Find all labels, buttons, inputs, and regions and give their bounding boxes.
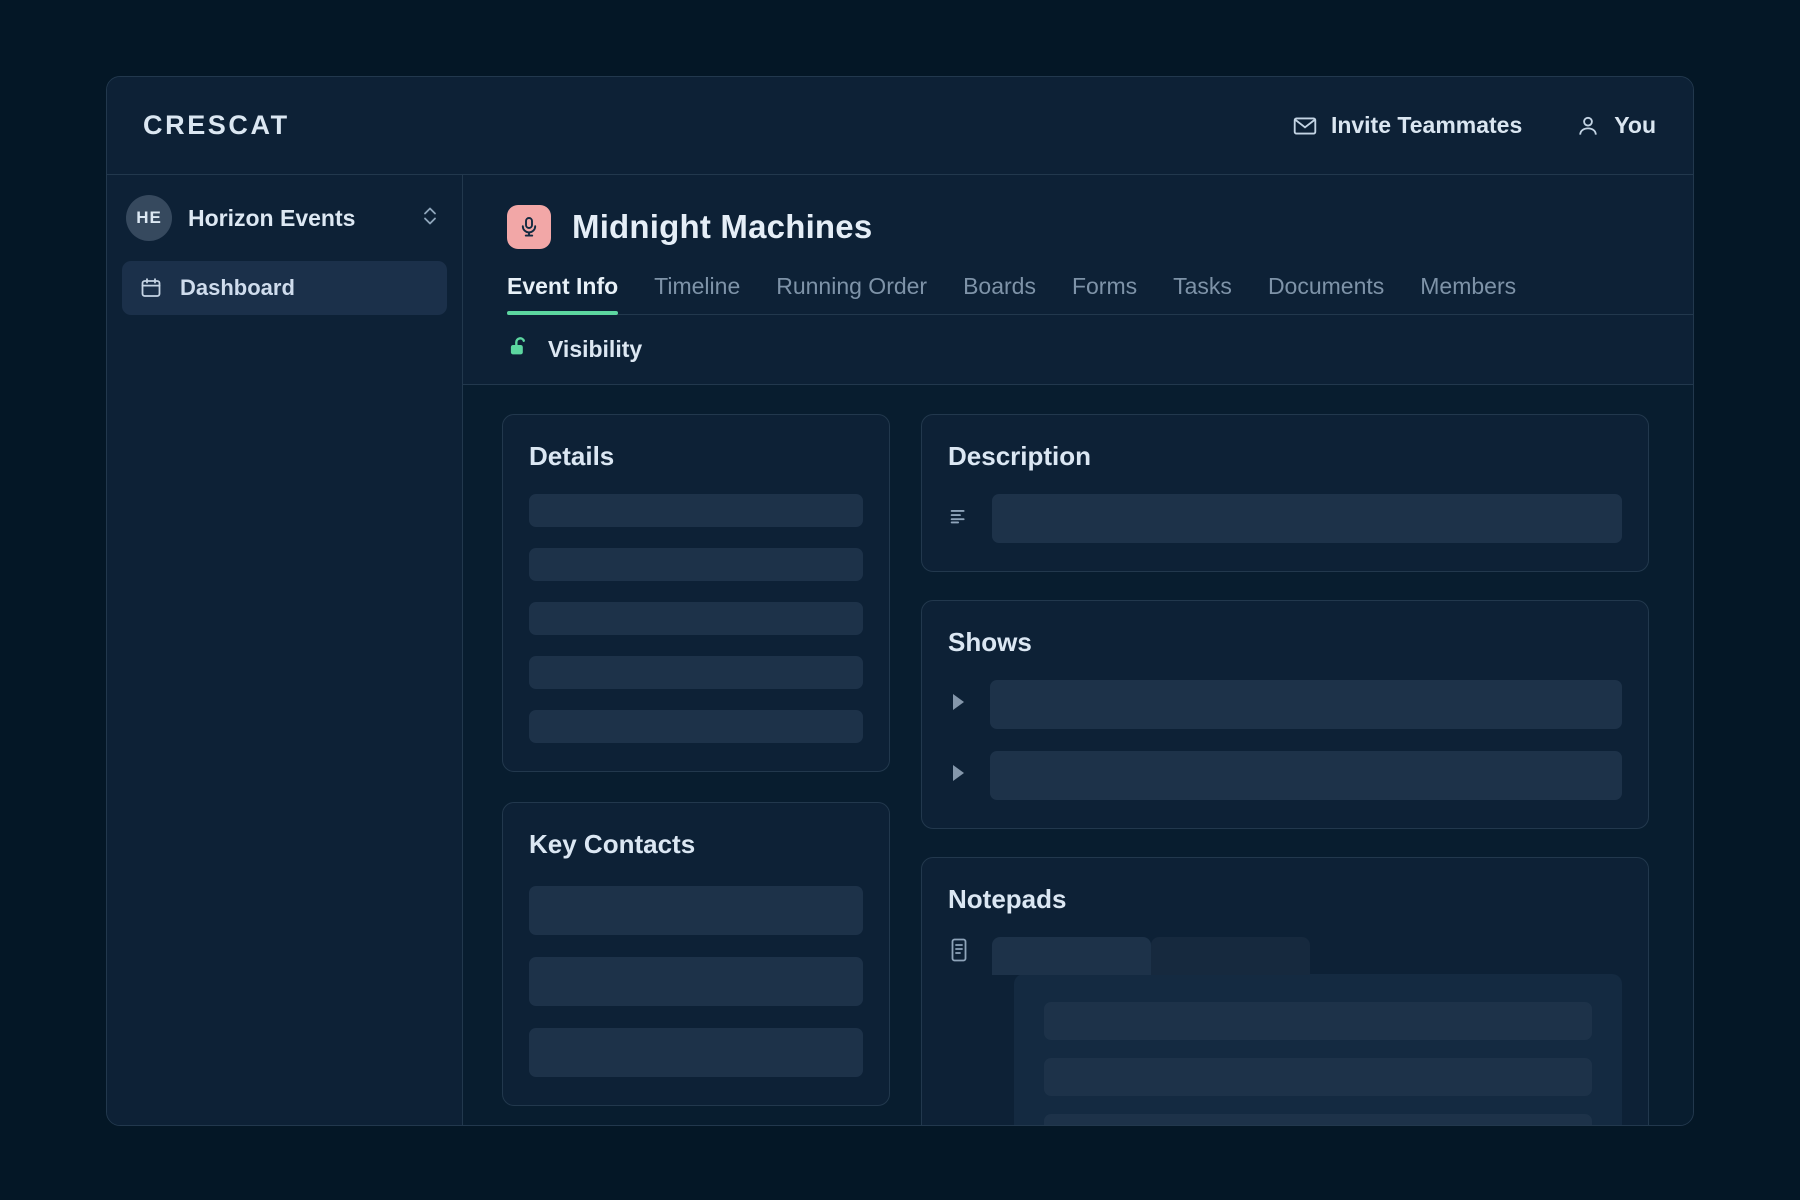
- invite-teammates-label: Invite Teammates: [1330, 112, 1523, 138]
- notepads-body: [948, 937, 1622, 1125]
- notepads-card-title: Notepads: [948, 884, 1067, 914]
- details-card-title: Details: [529, 441, 615, 471]
- main-panel: Midnight Machines Event Info Timeline Ru…: [463, 175, 1693, 1125]
- tab-members[interactable]: Members: [1402, 273, 1534, 314]
- skeleton-row: [529, 656, 863, 689]
- notepad-icon: [948, 937, 970, 1125]
- body-split: HE Horizon Events Dashboard Midnight Mac…: [107, 175, 1693, 1125]
- skeleton-row: [529, 1028, 863, 1077]
- page-title: Midnight Machines: [572, 208, 873, 245]
- sidebar-nav: Dashboard: [107, 261, 462, 315]
- sidebar-item-label: Dashboard: [180, 275, 295, 300]
- sidebar-item-dashboard[interactable]: Dashboard: [122, 261, 447, 315]
- tab-timeline[interactable]: Timeline: [636, 273, 758, 314]
- envelope-icon: [1292, 113, 1318, 139]
- tab-running-order[interactable]: Running Order: [758, 273, 945, 314]
- align-left-icon: [948, 505, 970, 532]
- visibility-label: Visibility: [548, 336, 643, 362]
- content-area: Details Key Contacts Description Shows N…: [463, 385, 1693, 1125]
- skeleton-row: [992, 494, 1622, 543]
- skeleton-row: [990, 751, 1622, 800]
- tab-event-info[interactable]: Event Info: [507, 273, 636, 315]
- skeleton-row: [529, 710, 863, 743]
- shows-card-title: Shows: [948, 627, 1032, 657]
- user-icon: [1575, 113, 1601, 139]
- tab-boards[interactable]: Boards: [945, 273, 1054, 314]
- microphone-icon: [507, 205, 551, 249]
- unlock-icon: [507, 334, 533, 365]
- notepad-tab[interactable]: [992, 937, 1151, 975]
- skeleton-row: [529, 957, 863, 1006]
- app-logo[interactable]: CRESCAT: [143, 110, 290, 141]
- user-menu-label: You: [1614, 112, 1656, 138]
- notepads-card: Notepads: [921, 857, 1649, 1125]
- key-contacts-placeholder-list: [529, 886, 863, 1077]
- event-header: Midnight Machines Event Info Timeline Ru…: [463, 175, 1693, 315]
- notepad-panel: [1014, 974, 1622, 1125]
- tab-bar: Event Info Timeline Running Order Boards…: [507, 273, 1693, 315]
- tab-documents[interactable]: Documents: [1250, 273, 1402, 314]
- description-row: [948, 494, 1622, 543]
- user-menu-button[interactable]: You: [1575, 112, 1656, 139]
- shows-row[interactable]: [948, 680, 1622, 729]
- skeleton-row: [1044, 1002, 1592, 1040]
- calendar-icon: [139, 276, 163, 300]
- notepads-main: [992, 937, 1622, 1125]
- skeleton-row: [1044, 1114, 1592, 1125]
- top-bar: CRESCAT Invite Teammates You: [107, 77, 1693, 175]
- visibility-bar[interactable]: Visibility: [463, 315, 1693, 385]
- tab-forms[interactable]: Forms: [1054, 273, 1155, 314]
- skeleton-row: [1044, 1058, 1592, 1096]
- details-card: Details: [502, 414, 890, 772]
- shows-row[interactable]: [948, 751, 1622, 800]
- workspace-avatar: HE: [126, 195, 172, 241]
- sidebar: HE Horizon Events Dashboard: [107, 175, 463, 1125]
- skeleton-row: [990, 680, 1622, 729]
- workspace-name: Horizon Events: [188, 204, 356, 231]
- description-card-title: Description: [948, 441, 1092, 471]
- details-placeholder-list: [529, 494, 863, 743]
- tab-tasks[interactable]: Tasks: [1155, 273, 1250, 314]
- key-contacts-card-title: Key Contacts: [529, 829, 696, 859]
- event-title-row: Midnight Machines: [507, 205, 1693, 249]
- description-card: Description: [921, 414, 1649, 572]
- skeleton-row: [529, 886, 863, 935]
- skeleton-row: [529, 494, 863, 527]
- skeleton-row: [529, 548, 863, 581]
- right-column: Description Shows Notepads: [921, 414, 1649, 1125]
- left-column: Details Key Contacts: [502, 414, 890, 1125]
- shows-card: Shows: [921, 600, 1649, 829]
- chevron-up-down-icon: [420, 203, 440, 234]
- invite-teammates-button[interactable]: Invite Teammates: [1292, 112, 1522, 139]
- workspace-switcher[interactable]: HE Horizon Events: [107, 175, 462, 261]
- play-triangle-icon: [948, 691, 968, 718]
- play-triangle-icon: [948, 762, 968, 789]
- shows-placeholder-list: [948, 680, 1622, 800]
- app-window: CRESCAT Invite Teammates You HE Horizon …: [106, 76, 1694, 1126]
- notepad-tab-strip: [992, 937, 1622, 975]
- skeleton-row: [529, 602, 863, 635]
- notepad-tab[interactable]: [1151, 937, 1310, 975]
- key-contacts-card: Key Contacts: [502, 802, 890, 1106]
